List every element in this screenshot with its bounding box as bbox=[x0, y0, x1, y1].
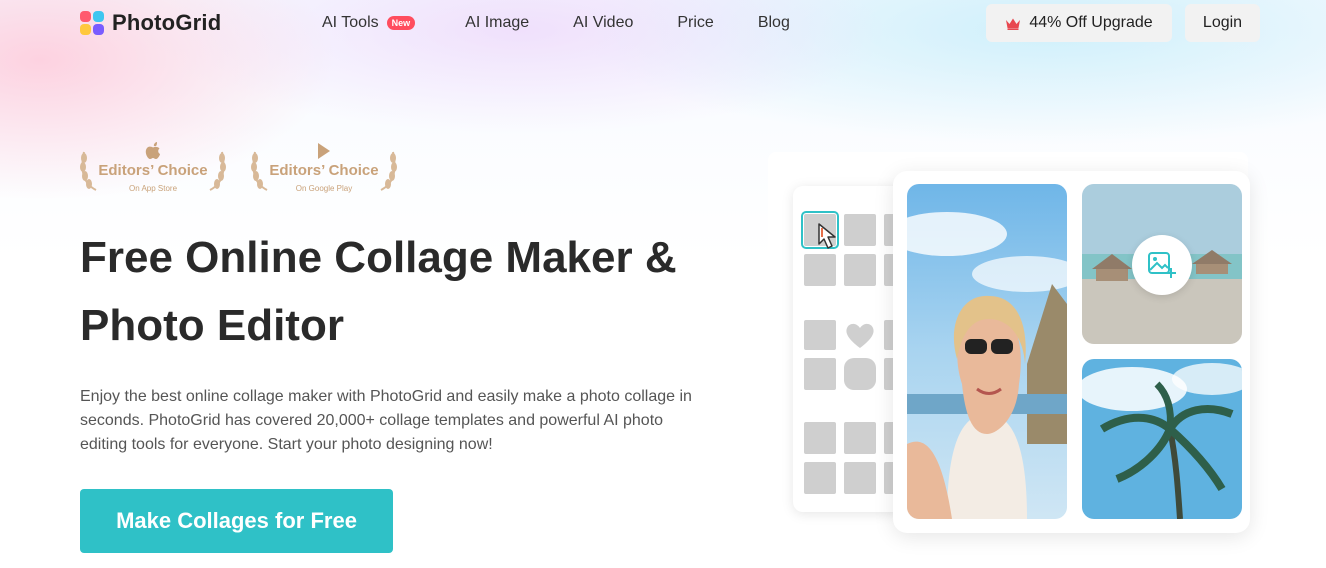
heart-icon bbox=[846, 323, 874, 348]
template-thumb[interactable] bbox=[844, 422, 876, 454]
template-thumb[interactable] bbox=[804, 358, 836, 390]
cursor-icon bbox=[818, 223, 836, 249]
site-header: PhotoGrid AI Tools New AI Image AI Video… bbox=[0, 0, 1326, 48]
template-thumb[interactable] bbox=[844, 254, 876, 286]
nav-blog[interactable]: Blog bbox=[758, 14, 790, 32]
template-thumb[interactable] bbox=[844, 358, 876, 390]
google-play-icon bbox=[318, 143, 330, 159]
collage-template-panel bbox=[793, 186, 903, 512]
nav-ai-tools[interactable]: AI Tools New bbox=[322, 14, 416, 32]
brand-logo[interactable]: PhotoGrid bbox=[80, 10, 221, 36]
award-title: Editors’ Choice bbox=[98, 162, 208, 179]
template-thumb[interactable] bbox=[804, 422, 836, 454]
template-thumb[interactable] bbox=[804, 254, 836, 286]
page-title: Free Online Collage Maker & Photo Editor bbox=[80, 224, 720, 360]
award-subtitle: On App Store bbox=[128, 184, 178, 193]
award-title: Editors’ Choice bbox=[269, 162, 379, 179]
login-button[interactable]: Login bbox=[1185, 4, 1260, 42]
page-title-line-2: Photo Editor bbox=[80, 301, 344, 350]
page-title-line-1: Free Online Collage Maker & bbox=[80, 233, 677, 282]
apple-icon bbox=[145, 142, 160, 159]
photo-palm-tree bbox=[1082, 359, 1242, 519]
template-thumb[interactable] bbox=[804, 462, 836, 494]
crown-icon bbox=[1006, 18, 1021, 30]
template-thumb[interactable] bbox=[844, 462, 876, 494]
award-app-store: Editors’ Choice On App Store bbox=[78, 140, 228, 200]
add-image-icon bbox=[1148, 252, 1176, 278]
main-nav: AI Tools New AI Image AI Video Price Blo… bbox=[322, 14, 790, 32]
add-photo-button[interactable] bbox=[1132, 235, 1192, 295]
nav-ai-video[interactable]: AI Video bbox=[573, 14, 633, 32]
brand-name: PhotoGrid bbox=[112, 10, 222, 35]
nav-ai-image[interactable]: AI Image bbox=[465, 14, 529, 32]
upgrade-button[interactable]: 44% Off Upgrade bbox=[986, 4, 1172, 42]
photo-selfie bbox=[907, 184, 1067, 519]
upgrade-label: 44% Off Upgrade bbox=[1029, 14, 1153, 31]
nav-ai-tools-label: AI Tools bbox=[322, 14, 379, 31]
nav-price[interactable]: Price bbox=[677, 14, 713, 32]
template-thumb[interactable] bbox=[844, 214, 876, 246]
award-google-play: Editors’ Choice On Google Play bbox=[249, 140, 399, 200]
template-thumb[interactable] bbox=[804, 320, 836, 350]
make-collages-button[interactable]: Make Collages for Free bbox=[80, 489, 393, 553]
new-badge: New bbox=[386, 16, 416, 30]
hero-description: Enjoy the best online collage maker with… bbox=[80, 388, 692, 453]
award-subtitle: On Google Play bbox=[295, 184, 353, 193]
photogrid-logo-icon bbox=[80, 11, 104, 35]
